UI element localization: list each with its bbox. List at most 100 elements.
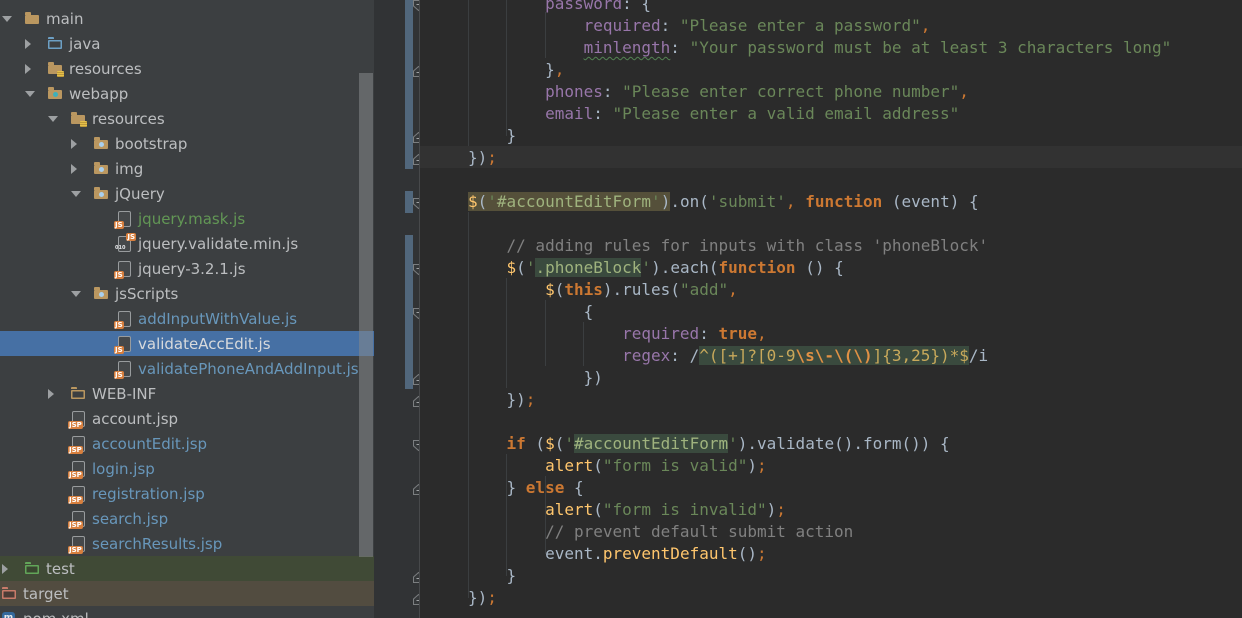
- tree-row-test[interactable]: test: [0, 556, 374, 581]
- tree-item-label: img: [115, 159, 144, 178]
- chevron-right-icon[interactable]: [48, 388, 71, 399]
- code-line-7[interactable]: }: [468, 125, 517, 147]
- file-js-min-icon: 010 JS: [115, 233, 136, 252]
- code-segment: {: [564, 478, 584, 497]
- code-line-21[interactable]: if ($('#accountEditForm').validate().for…: [468, 433, 950, 455]
- current-line-highlight: [420, 146, 1242, 168]
- code-segment: required: [583, 16, 661, 35]
- code-segment: :: [593, 104, 613, 123]
- code-line-26[interactable]: event.preventDefault();: [468, 543, 767, 565]
- code-line-1[interactable]: password: {: [468, 0, 651, 15]
- code-segment: phones: [545, 82, 603, 101]
- tree-item-label: bootstrap: [115, 134, 188, 153]
- code-line-22[interactable]: alert("form is valid");: [468, 455, 767, 477]
- code-segment: alert: [545, 500, 594, 519]
- code-line-4[interactable]: },: [468, 59, 564, 81]
- code-line-16[interactable]: required: true,: [468, 323, 767, 345]
- tree-row-jquery.validate.min.js[interactable]: 010 JS jquery.validate.min.js: [0, 231, 374, 256]
- code-line-28[interactable]: });: [468, 587, 497, 609]
- code-segment: (: [477, 192, 488, 211]
- tree-row-registration.jsp[interactable]: JSP registration.jsp: [0, 481, 374, 506]
- code-segment: "Please enter correct phone number": [622, 82, 960, 101]
- folder-sub-icon: [94, 136, 109, 151]
- code-segment: 'submit': [708, 192, 786, 211]
- tree-row-target[interactable]: target: [0, 581, 374, 606]
- chevron-right-icon[interactable]: [2, 563, 25, 574]
- code-line-6[interactable]: email: "Please enter a valid email addre…: [468, 103, 959, 125]
- tree-item-label: login.jsp: [92, 459, 155, 478]
- code-segment: ): [737, 434, 748, 453]
- code-segment: }: [468, 126, 517, 145]
- tree-row-resources[interactable]: resources: [0, 106, 374, 131]
- chevron-down-icon[interactable]: [25, 90, 48, 97]
- code-line-14[interactable]: $(this).rules("add",: [468, 279, 738, 301]
- code-line-2[interactable]: required: "Please enter a password",: [468, 15, 931, 37]
- file-maven-icon: m: [2, 611, 17, 618]
- code-segment: :: [670, 346, 690, 365]
- code-line-3[interactable]: minlength: "Your password must be at lea…: [468, 37, 1172, 59]
- tree-row-bootstrap[interactable]: bootstrap: [0, 131, 374, 156]
- code-line-10[interactable]: $('#accountEditForm').on('submit', funct…: [468, 191, 979, 213]
- tree-row-WEB-INF[interactable]: WEB-INF: [0, 381, 374, 406]
- tree-item-label: account.jsp: [92, 409, 179, 428]
- tree-row-java[interactable]: java: [0, 31, 374, 56]
- tree-row-main[interactable]: main: [0, 6, 374, 31]
- tree-item-label: search.jsp: [92, 509, 169, 528]
- code-line-17[interactable]: regex: /^([+]?[0-9\s\-\(\)]{3,25})*$/i: [468, 345, 988, 367]
- code-segment: preventDefault: [602, 544, 738, 563]
- code-line-13[interactable]: $('.phoneBlock').each(function () {: [468, 257, 844, 279]
- tree-row-login.jsp[interactable]: JSP login.jsp: [0, 456, 374, 481]
- folder-hollow-icon: [71, 386, 86, 401]
- file-jsp-icon: JSP: [68, 411, 86, 429]
- tree-row-jQuery[interactable]: jQuery: [0, 181, 374, 206]
- tree-item-label: jquery-3.2.1.js: [138, 259, 246, 278]
- tree-row-account.jsp[interactable]: JSP account.jsp: [0, 406, 374, 431]
- tree-row-webapp[interactable]: webapp: [0, 81, 374, 106]
- tree-row-validateAccEdit.js[interactable]: JS validateAccEdit.js: [0, 331, 374, 356]
- code-segment: }: [468, 478, 526, 497]
- code-segment: .on(: [670, 192, 709, 211]
- code-line-18[interactable]: }): [468, 367, 603, 389]
- tree-row-jquery-3.2.1.js[interactable]: JS jquery-3.2.1.js: [0, 256, 374, 281]
- tree-item-label: jsScripts: [115, 284, 179, 303]
- code-line-12[interactable]: // adding rules for inputs with class 'p…: [468, 235, 989, 257]
- tree-item-label: resources: [69, 59, 142, 78]
- code-line-15[interactable]: {: [468, 301, 594, 323]
- tree-row-search.jsp[interactable]: JSP search.jsp: [0, 506, 374, 531]
- chevron-down-icon[interactable]: [71, 290, 94, 297]
- code-line-23[interactable]: } else {: [468, 477, 584, 499]
- tree-row-img[interactable]: img: [0, 156, 374, 181]
- tree-row-accountEdit.jsp[interactable]: JSP accountEdit.jsp: [0, 431, 374, 456]
- tree-row-validatePhoneAndAddInput.js[interactable]: JS validatePhoneAndAddInput.js: [0, 356, 374, 381]
- tree-row-resources[interactable]: resources: [0, 56, 374, 81]
- tree-item-label: jquery.validate.min.js: [138, 234, 299, 253]
- chevron-down-icon[interactable]: [2, 15, 25, 22]
- tree-row-searchResults.jsp[interactable]: JSP searchResults.jsp: [0, 531, 374, 556]
- code-line-5[interactable]: phones: "Please enter correct phone numb…: [468, 81, 969, 103]
- tree-row-addInputWithValue.js[interactable]: JS addInputWithValue.js: [0, 306, 374, 331]
- chevron-right-icon[interactable]: [71, 163, 94, 174]
- tree-row-jquery.mask.js[interactable]: JS jquery.mask.js: [0, 206, 374, 231]
- chevron-right-icon[interactable]: [71, 138, 94, 149]
- code-editor[interactable]: password: { required: "Please enter a pa…: [419, 0, 1242, 618]
- tree-vertical-scrollbar[interactable]: [359, 73, 373, 557]
- code-line-27[interactable]: }: [468, 565, 517, 587]
- code-segment: ;: [757, 544, 767, 563]
- chevron-down-icon[interactable]: [48, 115, 71, 122]
- code-line-24[interactable]: alert("form is invalid");: [468, 499, 786, 521]
- chevron-down-icon[interactable]: [71, 190, 94, 197]
- code-segment: {: [468, 302, 594, 321]
- chevron-right-icon[interactable]: [25, 63, 48, 74]
- code-line-19[interactable]: });: [468, 389, 536, 411]
- chevron-right-icon[interactable]: [25, 38, 48, 49]
- tree-row-pom.xml[interactable]: m pom.xml: [0, 606, 374, 618]
- code-segment: .validate().form()) {: [747, 434, 950, 453]
- tree-row-jsScripts[interactable]: jsScripts: [0, 281, 374, 306]
- code-line-8[interactable]: });: [468, 147, 497, 169]
- code-line-25[interactable]: // prevent default submit action: [468, 521, 853, 543]
- code-segment: this: [564, 280, 603, 299]
